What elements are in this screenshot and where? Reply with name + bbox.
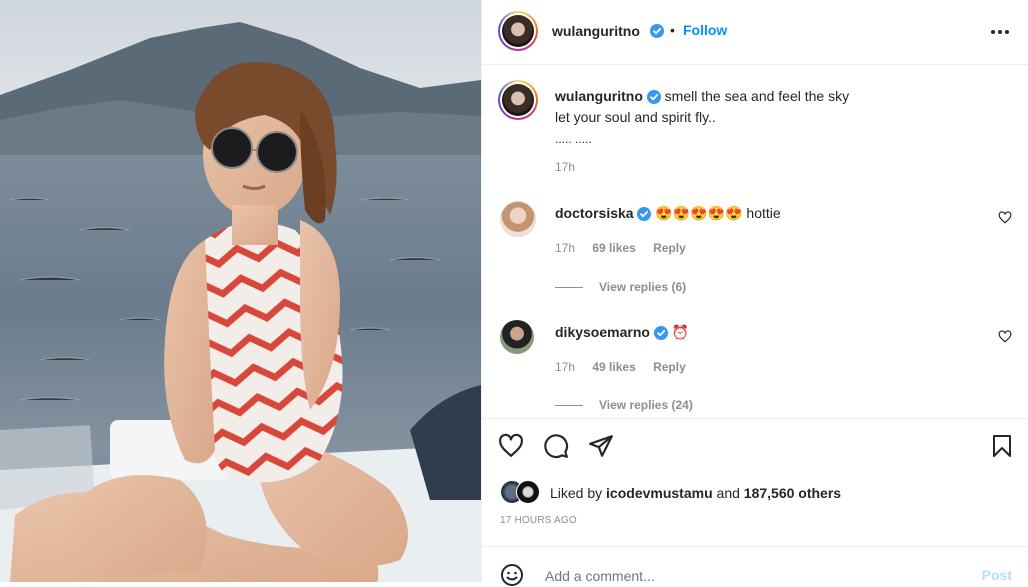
comment-likes[interactable]: 69 likes: [592, 241, 635, 255]
caption-line-3: ..... .....: [555, 132, 592, 146]
view-replies-button[interactable]: View replies (24): [555, 398, 693, 412]
post-actions: Liked by icodevmustamu and 187,560 other…: [482, 418, 1028, 547]
post-photo[interactable]: [0, 0, 481, 582]
caption-line-1: smell the sea and feel the sky: [664, 88, 850, 104]
caption-username[interactable]: wulanguritno: [555, 88, 643, 104]
post-header: wulanguritno • Follow: [482, 0, 1028, 65]
liked-by-text: Liked by icodevmustamu and 187,560 other…: [550, 485, 841, 501]
comment-meta: 17h 69 likes Reply: [555, 241, 700, 255]
caption-text: wulanguritno smell the sea and feel the …: [555, 86, 995, 150]
post-photo-image: [0, 0, 481, 582]
caption-time[interactable]: 17h: [555, 160, 575, 174]
reply-button[interactable]: Reply: [653, 241, 686, 255]
view-replies-line: [555, 405, 583, 407]
header-separator: •: [670, 22, 675, 38]
liked-by-others[interactable]: 187,560 others: [744, 485, 841, 501]
caption-line-2: let your soul and spirit fly..: [555, 109, 716, 125]
comment-likes[interactable]: 49 likes: [592, 360, 635, 374]
emoji-icon[interactable]: [500, 563, 524, 587]
caption-author-avatar[interactable]: [498, 80, 538, 120]
commenter-avatar[interactable]: [500, 320, 534, 354]
more-options-icon[interactable]: [990, 29, 1010, 35]
liked-by-user[interactable]: icodevmustamu: [606, 485, 713, 501]
author-avatar[interactable]: [498, 11, 538, 51]
comment-heart-icon[interactable]: [998, 330, 1012, 343]
liked-by-prefix: Liked by: [550, 485, 603, 501]
post-time-ago[interactable]: 17 HOURS AGO: [500, 515, 577, 526]
author-username[interactable]: wulanguritno: [552, 23, 640, 39]
follow-button[interactable]: Follow: [683, 22, 727, 38]
view-replies-line: [555, 287, 583, 289]
share-paper-plane-icon[interactable]: [588, 433, 614, 459]
view-replies-label: View replies (24): [599, 398, 693, 412]
comment-meta: 17h 49 likes Reply: [555, 360, 700, 374]
comment-item: doctorsiska 😍😍😍😍😍 hottie 17h 69 likes Re…: [498, 201, 1012, 301]
add-comment-bar: Post: [482, 546, 1028, 586]
liker-avatar: [516, 480, 540, 504]
comment-text: 😍😍😍😍😍 hottie: [655, 205, 781, 221]
comment-time[interactable]: 17h: [555, 241, 575, 255]
comment-bubble-icon[interactable]: [543, 433, 569, 459]
verified-badge-icon: [637, 207, 652, 222]
comment-text: ⏰: [671, 324, 690, 340]
post-comment-button[interactable]: Post: [982, 567, 1012, 583]
comment-body: dikysoemarno ⏰: [555, 324, 689, 341]
verified-badge-icon: [646, 90, 661, 105]
verified-badge-icon: [653, 326, 668, 341]
comment-body: doctorsiska 😍😍😍😍😍 hottie: [555, 205, 781, 222]
commenter-username[interactable]: dikysoemarno: [555, 324, 650, 340]
view-replies-label: View replies (6): [599, 280, 687, 294]
comment-time[interactable]: 17h: [555, 360, 575, 374]
view-replies-button[interactable]: View replies (6): [555, 280, 686, 294]
add-comment-input[interactable]: [543, 567, 927, 585]
post-detail-panel: wulanguritno • Follow wulanguritno smell…: [481, 0, 1028, 586]
comment-heart-icon[interactable]: [998, 211, 1012, 224]
commenter-avatar[interactable]: [500, 201, 536, 237]
verified-badge-icon: [650, 24, 664, 38]
comment-item: dikysoemarno ⏰ 17h 49 likes Reply View r…: [498, 320, 1012, 420]
save-bookmark-icon[interactable]: [990, 433, 1014, 459]
liked-by-and: and: [716, 485, 740, 501]
commenter-username[interactable]: doctorsiska: [555, 205, 634, 221]
liked-by-avatars[interactable]: [500, 480, 544, 504]
reply-button[interactable]: Reply: [653, 360, 686, 374]
like-heart-icon[interactable]: [498, 433, 524, 459]
